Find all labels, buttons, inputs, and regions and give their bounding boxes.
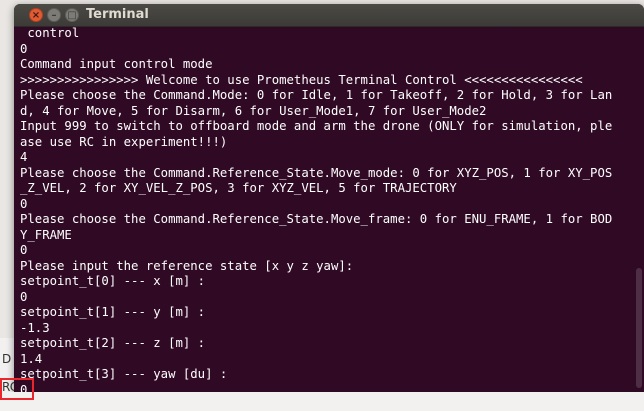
terminal-line: Please choose the Command.Reference_Stat…	[20, 165, 613, 180]
terminal-line: Command input control mode	[20, 57, 213, 71]
terminal-line: Y_FRAME	[20, 227, 72, 242]
terminal-line: control	[20, 26, 80, 40]
terminal-output[interactable]: control 0 Command input control mode >>>…	[18, 26, 630, 392]
terminal-line: _Z_VEL, 2 for XY_VEL_Z_POS, 3 for XYZ_VE…	[20, 181, 457, 195]
terminal-line: 1.4	[20, 351, 43, 366]
close-button[interactable]: ×	[29, 8, 43, 22]
terminal-line: Input 999 to switch to offboard mode and…	[20, 119, 613, 133]
window-title: Terminal	[86, 7, 149, 22]
terminal-line: Please input the reference state [x y z …	[20, 258, 354, 273]
scrollbar[interactable]	[634, 28, 642, 388]
desktop: D T RC × – □ Terminal control 0 Command …	[0, 0, 644, 411]
terminal-window[interactable]: × – □ Terminal control 0 Command input c…	[14, 4, 644, 392]
maximize-icon: □	[67, 10, 77, 21]
terminal-line: Please choose the Command.Reference_Stat…	[20, 212, 613, 226]
terminal-line: 0	[20, 41, 28, 56]
terminal-input-line[interactable]: 0	[20, 383, 630, 393]
terminal-line: setpoint_t[0] --- x [m] :	[20, 274, 206, 288]
terminal-line: 4	[20, 150, 28, 164]
terminal-line: d, 4 for Move, 5 for Disarm, 6 for User_…	[20, 103, 487, 118]
title-bar[interactable]: × – □ Terminal	[14, 4, 644, 27]
terminal-line: setpoint_t[2] --- z [m] :	[20, 336, 206, 350]
terminal-line: 0	[20, 243, 28, 257]
terminal-line: Please choose the Command.Mode: 0 for Id…	[20, 88, 613, 102]
terminal-line: 0	[20, 289, 28, 304]
scrollbar-thumb[interactable]	[636, 268, 642, 388]
desktop-bottom-strip	[0, 392, 644, 411]
close-icon: ×	[31, 10, 41, 21]
terminal-line: >>>>>>>>>>>>>>>> Welcome to use Promethe…	[20, 72, 583, 87]
terminal-line: setpoint_t[1] --- y [m] :	[20, 305, 206, 319]
minimize-button[interactable]: –	[47, 8, 61, 22]
highlight-box	[0, 378, 34, 400]
maximize-button[interactable]: □	[65, 8, 79, 22]
terminal-line: 0	[20, 196, 28, 211]
minimize-icon: –	[51, 10, 57, 21]
terminal-line: -1.3	[20, 320, 50, 335]
terminal-line: setpoint_t[3] --- yaw [du] :	[20, 367, 228, 381]
terminal-line: ase use RC in experiment!!!)	[20, 134, 228, 149]
